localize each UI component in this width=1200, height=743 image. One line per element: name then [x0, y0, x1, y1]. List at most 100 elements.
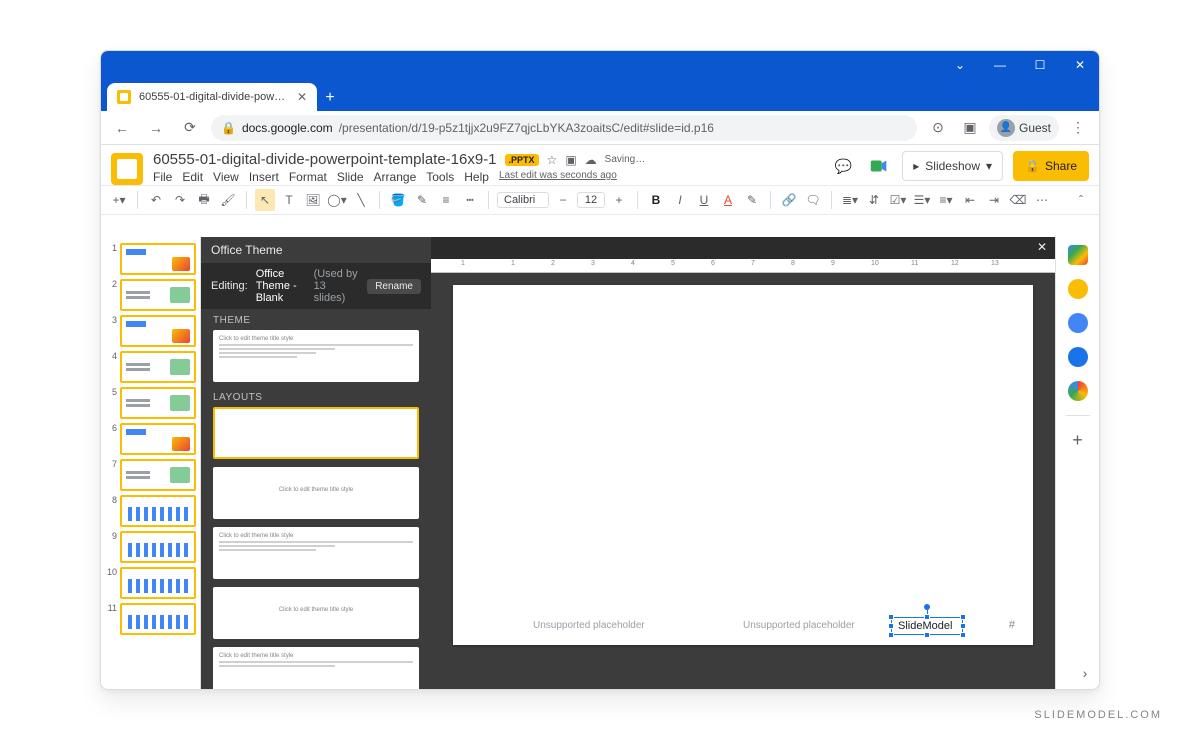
menu-tools[interactable]: Tools: [426, 170, 454, 184]
back-icon[interactable]: ←: [109, 115, 135, 141]
line-tool[interactable]: ╲: [351, 189, 371, 211]
resize-handle[interactable]: [924, 614, 930, 620]
layout-thumb[interactable]: Click to edit theme title style: [213, 587, 419, 639]
bulleted-list-button[interactable]: ☰▾: [912, 189, 932, 211]
slide-thumb[interactable]: [120, 459, 196, 491]
caret-down-icon[interactable]: ⌄: [949, 58, 971, 72]
checklist-button[interactable]: ☑▾: [888, 189, 908, 211]
slide-thumb[interactable]: [120, 243, 196, 275]
highlight-button[interactable]: ✎: [742, 189, 762, 211]
resize-handle[interactable]: [960, 614, 966, 620]
meet-icon[interactable]: [866, 153, 892, 179]
numbered-list-button[interactable]: ≡▾: [936, 189, 956, 211]
italic-button[interactable]: I: [670, 189, 690, 211]
text-color-button[interactable]: A: [718, 189, 738, 211]
rotate-handle-icon[interactable]: [924, 604, 930, 610]
textbox-tool[interactable]: T: [279, 189, 299, 211]
close-window-icon[interactable]: ✕: [1069, 58, 1091, 72]
last-edit-link[interactable]: Last edit was seconds ago: [499, 170, 617, 184]
slide-thumb[interactable]: [120, 423, 196, 455]
slide-thumb[interactable]: [120, 531, 196, 563]
comments-icon[interactable]: 💬: [830, 153, 856, 179]
rename-button[interactable]: Rename: [367, 279, 421, 294]
cloud-icon[interactable]: ☁: [585, 153, 597, 167]
selected-textbox[interactable]: SlideModel: [891, 617, 963, 635]
slide-thumb[interactable]: [120, 315, 196, 347]
filmstrip[interactable]: 1 2 3 4 5 6 7 8 9 10 11: [101, 237, 201, 689]
more-button[interactable]: ⋯: [1032, 189, 1052, 211]
tab-close-icon[interactable]: ✕: [297, 90, 307, 104]
extensions-icon[interactable]: ▣: [957, 115, 983, 141]
layout-thumb[interactable]: Click to edit theme title style: [213, 467, 419, 519]
move-icon[interactable]: ▣: [565, 153, 576, 167]
contacts-icon[interactable]: [1068, 347, 1088, 367]
font-size-input[interactable]: 12: [577, 192, 605, 208]
resize-handle[interactable]: [888, 614, 894, 620]
calendar-icon[interactable]: [1068, 245, 1088, 265]
new-tab-button[interactable]: +: [317, 85, 343, 111]
insert-link-button[interactable]: 🔗: [779, 189, 799, 211]
slide-thumb[interactable]: [120, 603, 196, 635]
url-field[interactable]: 🔒 docs.google.com/presentation/d/19-p5z1…: [211, 115, 917, 141]
slide-thumb[interactable]: [120, 279, 196, 311]
font-family-select[interactable]: Calibri: [497, 192, 549, 208]
border-color[interactable]: ✎: [412, 189, 432, 211]
font-size-inc[interactable]: +: [609, 189, 629, 211]
slide-thumb[interactable]: [120, 387, 196, 419]
browser-tab[interactable]: 60555-01-digital-divide-powerpo ✕: [107, 83, 317, 111]
select-tool[interactable]: ↖: [255, 189, 275, 211]
menu-edit[interactable]: Edit: [182, 170, 203, 184]
menu-insert[interactable]: Insert: [249, 170, 279, 184]
indent-inc-button[interactable]: ⇥: [984, 189, 1004, 211]
menu-file[interactable]: File: [153, 170, 172, 184]
close-theme-editor-icon[interactable]: ✕: [1037, 240, 1047, 254]
maximize-icon[interactable]: ☐: [1029, 58, 1051, 72]
share-button[interactable]: 🔒 Share: [1013, 151, 1089, 181]
star-icon[interactable]: ☆: [547, 153, 558, 167]
reload-icon[interactable]: ⟳: [177, 115, 203, 141]
menu-slide[interactable]: Slide: [337, 170, 364, 184]
search-icon[interactable]: ⊙: [925, 115, 951, 141]
menu-arrange[interactable]: Arrange: [374, 170, 417, 184]
redo-button[interactable]: ↷: [170, 189, 190, 211]
shape-tool[interactable]: ◯▾: [327, 189, 347, 211]
theme-master-thumb[interactable]: Click to edit theme title style: [213, 330, 419, 382]
kebab-menu-icon[interactable]: ⋮: [1065, 115, 1091, 141]
maps-icon[interactable]: [1068, 381, 1088, 401]
font-size-dec[interactable]: −: [553, 189, 573, 211]
image-tool[interactable]: 🖼: [303, 189, 323, 211]
collapse-sidepanel-icon[interactable]: ›: [1075, 663, 1095, 683]
border-weight[interactable]: ≡: [436, 189, 456, 211]
tasks-icon[interactable]: [1068, 313, 1088, 333]
add-comment-button[interactable]: 🗨: [803, 189, 823, 211]
underline-button[interactable]: U: [694, 189, 714, 211]
slides-logo-icon[interactable]: [111, 153, 143, 185]
layout-thumb[interactable]: Click to edit theme title style: [213, 647, 419, 689]
resize-handle[interactable]: [888, 632, 894, 638]
menu-format[interactable]: Format: [289, 170, 327, 184]
undo-button[interactable]: ↶: [146, 189, 166, 211]
slide-thumb[interactable]: [120, 567, 196, 599]
forward-icon[interactable]: →: [143, 115, 169, 141]
keep-icon[interactable]: [1068, 279, 1088, 299]
line-spacing-button[interactable]: ⇵: [864, 189, 884, 211]
add-addon-icon[interactable]: +: [1068, 430, 1088, 450]
layout-thumb[interactable]: Click to edit theme title style: [213, 527, 419, 579]
fill-color[interactable]: 🪣: [388, 189, 408, 211]
new-slide-button[interactable]: +▾: [109, 189, 129, 211]
clear-format-button[interactable]: ⌫: [1008, 189, 1028, 211]
slideshow-button[interactable]: ▸ Slideshow ▾: [902, 151, 1003, 181]
resize-handle[interactable]: [924, 632, 930, 638]
slide-canvas[interactable]: Unsupported placeholder Unsupported plac…: [453, 285, 1033, 645]
paint-format-button[interactable]: 🖌: [218, 189, 238, 211]
minimize-icon[interactable]: —: [989, 58, 1011, 72]
slide-thumb[interactable]: [120, 351, 196, 383]
align-button[interactable]: ≣▾: [840, 189, 860, 211]
menu-view[interactable]: View: [213, 170, 239, 184]
layout-thumb-blank[interactable]: [213, 407, 419, 459]
resize-handle[interactable]: [888, 623, 894, 629]
menu-help[interactable]: Help: [464, 170, 489, 184]
hide-menus-button[interactable]: ˆ: [1071, 189, 1091, 211]
slide-thumb[interactable]: [120, 495, 196, 527]
doc-title[interactable]: 60555-01-digital-divide-powerpoint-templ…: [153, 151, 497, 168]
